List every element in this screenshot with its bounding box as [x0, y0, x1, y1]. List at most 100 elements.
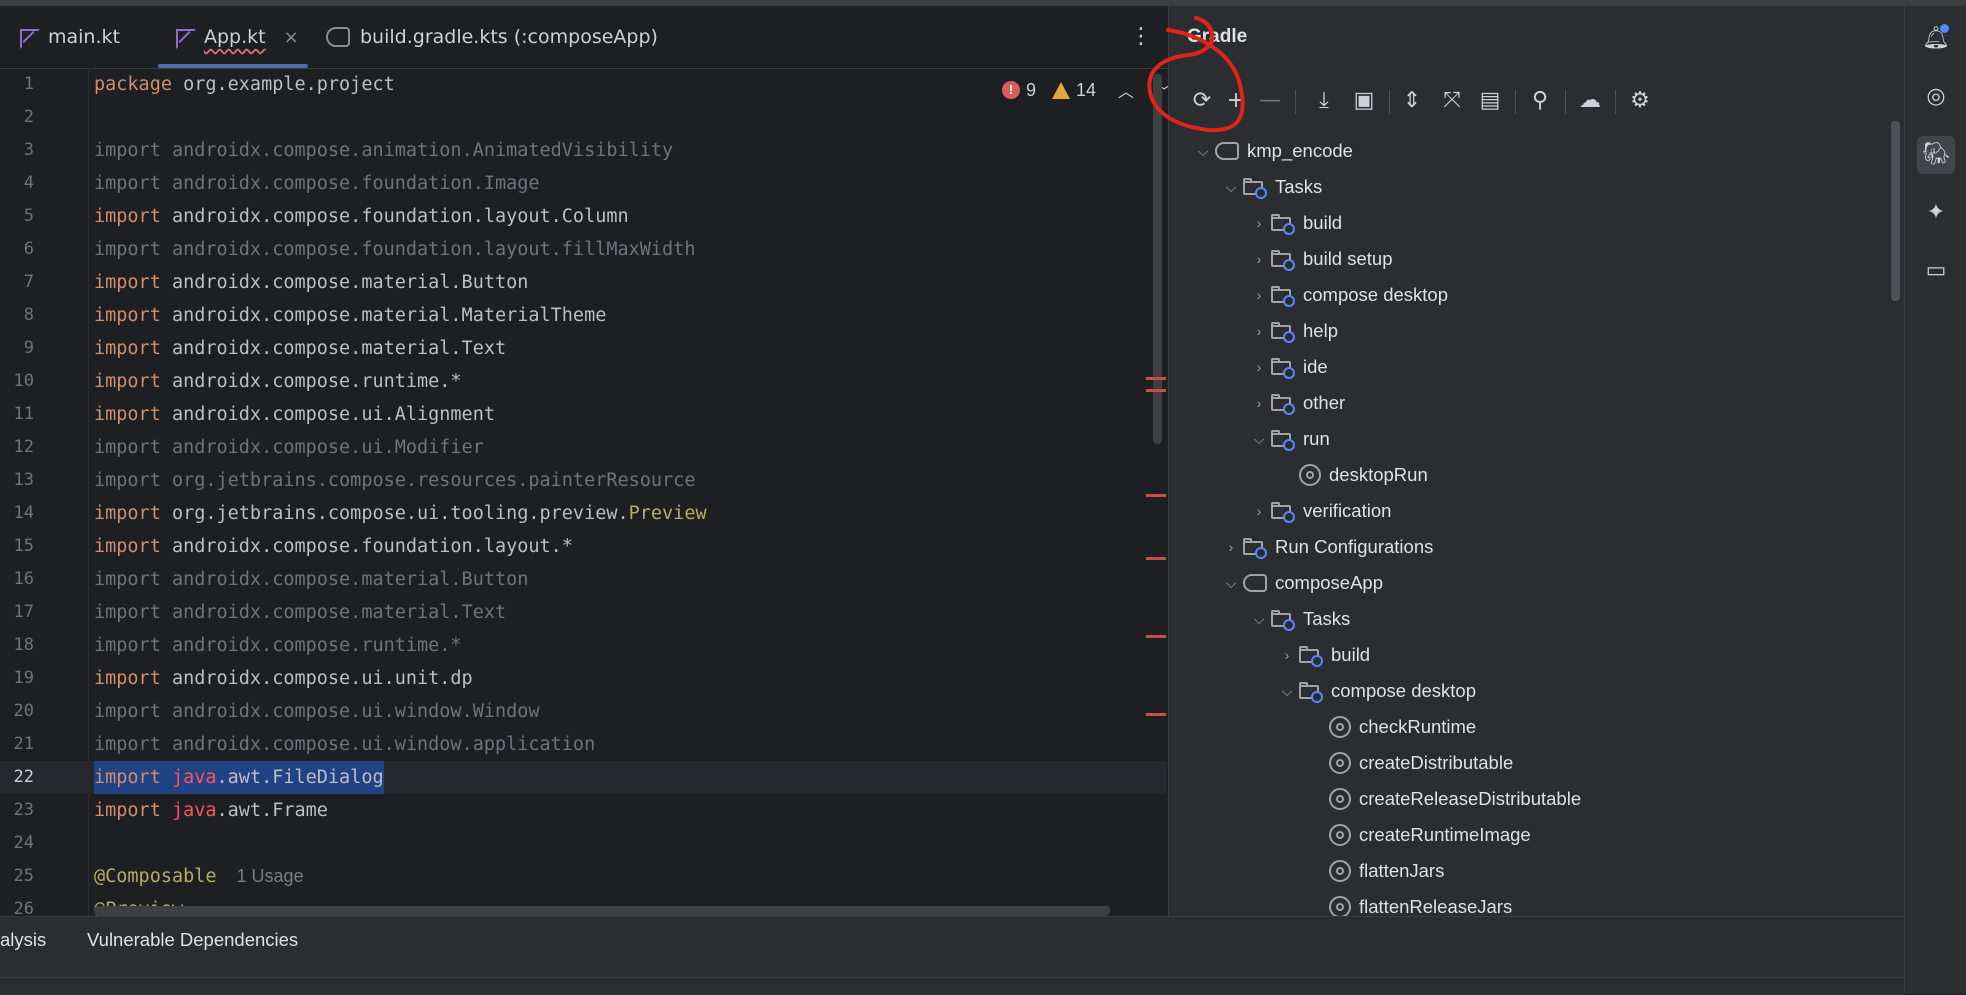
code-line: 4 import androidx.compose.foundation.Imag… — [0, 167, 1166, 200]
line-number: 15 — [13, 536, 34, 556]
toolbar-separator — [1565, 90, 1566, 114]
keyword: import — [94, 470, 161, 491]
keyword: import — [94, 602, 161, 623]
code-line: 11 import androidx.compose.ui.Alignment — [0, 398, 1166, 431]
tree-node-project[interactable]: ⌵ kmp_encode — [1191, 133, 1353, 169]
tree-node-task[interactable]: createDistributable — [1329, 745, 1513, 781]
error-marker[interactable] — [1146, 377, 1166, 380]
tree-node-folder[interactable]: › ide — [1247, 349, 1328, 385]
gradle-tool-icon[interactable]: 🐘︎ — [1917, 136, 1955, 174]
tree-node-folder[interactable]: › build — [1247, 205, 1342, 241]
tree-node-folder[interactable]: › other — [1247, 385, 1345, 421]
gradle-settings-icon[interactable]: ⚙ — [1625, 86, 1655, 116]
tab-build-gradle[interactable]: build.gradle.kts (:composeApp) — [326, 6, 658, 68]
tree-node-folder[interactable]: › verification — [1247, 493, 1391, 529]
usage-hint[interactable]: 1 Usage — [237, 866, 304, 886]
tab-analysis[interactable]: alysis — [0, 929, 46, 951]
line-number: 13 — [13, 470, 34, 490]
gradle-toolbar: ⟳ + — ⤓ ▣ ⇕ ⤧ ▤ ⚲ ☁ ⚙ — [1169, 76, 1905, 126]
ai-assistant-icon[interactable]: ◎ — [1917, 78, 1955, 116]
error-marker[interactable] — [1146, 557, 1166, 560]
toolbar-separator — [1389, 90, 1390, 114]
close-tab-icon[interactable]: × — [284, 27, 299, 48]
tree-node-folder[interactable]: › help — [1247, 313, 1338, 349]
error-marker[interactable] — [1146, 635, 1166, 638]
tree-node-folder[interactable]: ⌵ Tasks — [1247, 601, 1350, 637]
code-editor[interactable]: main.kt App.kt × build.gradle.kts (:comp… — [0, 6, 1172, 920]
group-modules-icon[interactable]: ▤ — [1475, 86, 1505, 116]
tree-node-label: verification — [1303, 500, 1392, 521]
toolbar-separator — [1515, 90, 1516, 114]
gradle-file-icon — [326, 27, 350, 47]
tab-label: main.kt — [48, 26, 120, 48]
gear-icon — [1329, 824, 1351, 846]
code-text: androidx.compose.ui.Modifier — [171, 437, 484, 458]
execute-task-icon[interactable]: ▣ — [1349, 86, 1379, 116]
notification-badge — [1940, 24, 1949, 33]
expand-all-icon[interactable]: ⇕ — [1397, 86, 1427, 116]
code-text: androidx.compose.foundation.Image — [171, 173, 540, 194]
tree-node-folder[interactable]: ⌵ run — [1247, 421, 1330, 457]
code-text: java — [171, 767, 217, 788]
bottom-tool-bar: alysis Vulnerable Dependencies — [0, 916, 1904, 995]
tree-node-folder[interactable]: ⌵ compose desktop — [1275, 673, 1476, 709]
error-marker[interactable] — [1146, 389, 1166, 392]
right-tool-strip: 🔔︎ ◎ 🐘︎ ✦ ▭ — [1904, 6, 1966, 994]
code-line: 17 import androidx.compose.material.Text — [0, 596, 1166, 629]
reload-gradle-icon[interactable]: ⟳ — [1187, 86, 1217, 116]
line-number: 17 — [13, 602, 34, 622]
tree-node-label: other — [1303, 392, 1346, 413]
remove-icon[interactable]: — — [1255, 86, 1285, 116]
keyword: import — [94, 437, 161, 458]
tree-node-task[interactable]: flattenReleaseJars — [1329, 889, 1512, 916]
keyword: import — [94, 338, 161, 359]
tab-vulnerable-dependencies[interactable]: Vulnerable Dependencies — [87, 929, 298, 951]
tree-node-task[interactable]: createReleaseDistributable — [1329, 781, 1581, 817]
tree-node-folder[interactable]: › compose desktop — [1247, 277, 1448, 313]
line-number: 1 — [23, 74, 34, 94]
more-tabs-icon[interactable]: ⋮ — [1130, 24, 1152, 49]
tree-node-task[interactable]: flattenJars — [1329, 853, 1444, 889]
gradle-tree[interactable]: ⌵ kmp_encode ⌵ Tasks › build › build setup ›… — [1169, 126, 1889, 916]
download-sources-icon[interactable]: ⤓ — [1309, 86, 1339, 116]
tree-node-folder[interactable]: › build — [1275, 637, 1370, 673]
tree-node-task[interactable]: desktopRun — [1299, 457, 1428, 493]
add-icon[interactable]: + — [1221, 86, 1251, 116]
notifications-bell-icon[interactable]: 🔔︎ — [1917, 20, 1955, 58]
code-area[interactable]: 1 package org.example.project 2 3 import a… — [0, 68, 1168, 920]
tree-node-label: help — [1303, 320, 1338, 341]
code-line: 14 import org.jetbrains.compose.ui.toolin… — [0, 497, 1166, 530]
plugin-tool-icon[interactable]: ✦ — [1917, 194, 1955, 232]
code-line: 5 import androidx.compose.foundation.layo… — [0, 200, 1166, 233]
tree-node-module[interactable]: ⌵ composeApp — [1219, 565, 1383, 601]
gear-icon — [1329, 716, 1351, 738]
tree-node-task[interactable]: createRuntimeImage — [1329, 817, 1531, 853]
tree-node-folder[interactable]: ⌵ Tasks — [1219, 169, 1322, 205]
line-number: 20 — [13, 701, 34, 721]
code-line: 15 import androidx.compose.foundation.lay… — [0, 530, 1166, 563]
analyze-dependencies-icon[interactable]: ⚲ — [1525, 86, 1555, 116]
code-line: 19 import androidx.compose.ui.unit.dp — [0, 662, 1166, 695]
keyword: import — [94, 536, 161, 557]
tab-app-kt[interactable]: App.kt × — [174, 6, 299, 68]
keyword: import — [94, 668, 161, 689]
task-folder-icon — [1271, 501, 1297, 523]
device-manager-icon[interactable]: ▭ — [1917, 252, 1955, 290]
tab-main-kt[interactable]: main.kt — [18, 6, 120, 68]
line-number: 9 — [23, 338, 34, 358]
error-marker[interactable] — [1146, 494, 1166, 497]
code-line: 18 import androidx.compose.runtime.* — [0, 629, 1166, 662]
collapse-all-icon[interactable]: ⤧ — [1437, 86, 1467, 116]
tree-node-task[interactable]: checkRuntime — [1329, 709, 1476, 745]
tree-node-folder[interactable]: › build setup — [1247, 241, 1392, 277]
chevron-right-icon: › — [1256, 215, 1262, 231]
tree-node-folder[interactable]: › Run Configurations — [1219, 529, 1433, 565]
offline-mode-icon[interactable]: ☁ — [1575, 86, 1605, 116]
error-marker[interactable] — [1146, 713, 1166, 716]
chevron-down-icon: ⌵ — [1253, 430, 1265, 447]
tree-node-label: build — [1331, 644, 1371, 665]
line-number: 7 — [23, 272, 34, 292]
gradle-tree-scrollbar[interactable] — [1891, 121, 1900, 301]
selected-text: import java.awt.FileDialog — [94, 761, 384, 794]
editor-horizontal-scrollbar[interactable] — [94, 906, 1110, 916]
